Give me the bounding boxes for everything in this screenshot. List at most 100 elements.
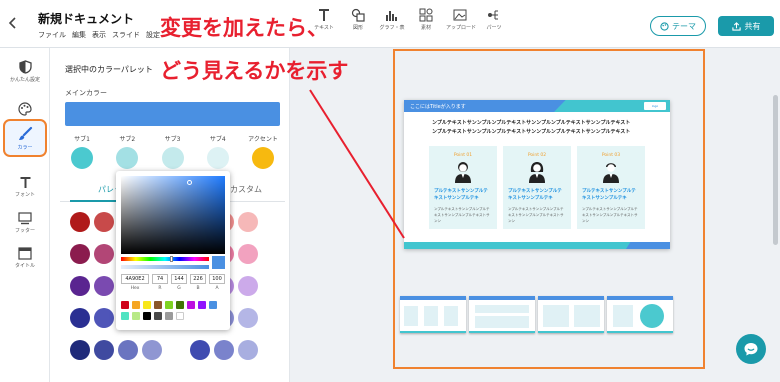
person-icon [603, 163, 619, 183]
hex-input[interactable]: 4A90E2 [121, 274, 149, 284]
palette-swatch[interactable] [94, 340, 114, 360]
preset-color-swatch[interactable] [121, 301, 129, 309]
preset-color-swatch[interactable] [165, 301, 173, 309]
palette-swatch[interactable] [238, 308, 258, 328]
palette-swatch[interactable] [238, 244, 258, 264]
thumb-block [475, 305, 529, 313]
palette-swatch[interactable] [142, 340, 162, 360]
alpha-input[interactable]: 100 [209, 274, 225, 284]
share-button[interactable]: 共有 [718, 16, 774, 36]
text-t-icon [20, 177, 30, 188]
thumb-header [538, 296, 604, 300]
tool-upload[interactable]: アップロード [446, 8, 476, 31]
main-color-swatch[interactable] [65, 102, 280, 126]
preset-color-swatch[interactable] [176, 312, 184, 320]
sidebar-item-palette[interactable] [3, 102, 47, 116]
preset-color-swatch[interactable] [132, 312, 140, 320]
palette-swatch[interactable] [238, 276, 258, 296]
sidebar-item-label: タイトル [14, 263, 35, 269]
sidebar-item-color[interactable]: カラー [3, 119, 47, 157]
upload-icon [453, 9, 467, 21]
sub-color-2[interactable]: サブ2 [105, 134, 149, 169]
menu-view[interactable]: 表示 [92, 30, 106, 40]
preset-color-swatch[interactable] [121, 312, 129, 320]
preset-color-swatch[interactable] [176, 301, 184, 309]
slide-thumbnail[interactable] [400, 296, 466, 333]
palette-swatch[interactable] [118, 340, 138, 360]
preset-color-swatch[interactable] [154, 312, 162, 320]
accent-color[interactable]: アクセント [241, 134, 285, 169]
sub-color-label: サブ3 [164, 136, 181, 143]
thumb-header [469, 296, 535, 300]
alpha-slider[interactable] [121, 265, 209, 269]
palette-swatch[interactable] [190, 340, 210, 360]
sub-color-4[interactable]: サブ4 [196, 134, 240, 169]
scrollbar-thumb[interactable] [773, 95, 778, 245]
person-icon [529, 162, 545, 183]
tool-materials[interactable]: 素材 [412, 8, 440, 31]
thumb-block [444, 306, 458, 326]
menu-edit[interactable]: 編集 [72, 30, 86, 40]
palette-swatch[interactable] [94, 212, 114, 232]
point-body: プルテキストサンンプルテキストサンンプルテキ [582, 189, 636, 201]
menu-slide[interactable]: スライド [112, 30, 140, 40]
preset-color-swatch[interactable] [165, 312, 173, 320]
document-title[interactable]: 新規ドキュメント [38, 10, 134, 27]
saturation-value-area[interactable] [121, 176, 225, 254]
palette-swatch[interactable] [94, 308, 114, 328]
palette-swatch[interactable] [94, 276, 114, 296]
palette-swatch[interactable] [70, 244, 90, 264]
slide-thumbnail[interactable] [538, 296, 604, 333]
blue-input[interactable]: 226 [190, 274, 206, 284]
preset-color-swatch[interactable] [187, 301, 195, 309]
saturation-handle[interactable] [187, 180, 192, 185]
slide-thumbnail[interactable] [607, 296, 673, 333]
palette-swatch[interactable] [238, 340, 258, 360]
sidebar-item-font[interactable]: フォント [3, 176, 47, 198]
sidebar-item-footer[interactable]: フッター [3, 212, 47, 234]
preset-color-swatch[interactable] [198, 301, 206, 309]
slide-footer-accent [626, 242, 670, 249]
green-input[interactable]: 144 [171, 274, 187, 284]
hue-slider[interactable] [121, 257, 209, 261]
sub-color-swatch [116, 147, 139, 169]
tool-shapes[interactable]: 図形 [344, 8, 372, 31]
palette-swatch[interactable] [70, 340, 90, 360]
palette-swatch[interactable] [94, 244, 114, 264]
tool-parts[interactable]: パーツ [480, 8, 508, 31]
preset-color-swatch[interactable] [154, 301, 162, 309]
sidebar-item-easy-settings[interactable]: かんたん設定 [3, 60, 47, 83]
sidebar-item-title[interactable]: タイトル [3, 247, 47, 269]
palette-swatch[interactable] [238, 212, 258, 232]
shield-icon [18, 60, 32, 74]
preset-color-swatch[interactable] [132, 301, 140, 309]
thumb-header [400, 296, 466, 300]
preset-color-swatch[interactable] [143, 312, 151, 320]
slide-preview[interactable]: ここにはTitleが入ります logo ンプルテキストサンンプルンプルテキストサ… [404, 100, 670, 249]
tab-custom[interactable]: カスタム [230, 184, 262, 195]
point-title: Point 02 [527, 153, 547, 158]
tool-chart-label: グラフ・表 [379, 25, 405, 31]
slide-header-text: ここにはTitleが入ります [410, 104, 466, 110]
chat-button[interactable] [736, 334, 766, 364]
palette-swatch[interactable] [214, 340, 234, 360]
palette-swatch[interactable] [70, 308, 90, 328]
preset-color-swatch[interactable] [143, 301, 151, 309]
slide-lead-line: ンプルテキストサンンプルンプルテキストサンンプルンプルテキストサンンプルテキスト [432, 129, 631, 135]
palette-swatch[interactable] [70, 276, 90, 296]
red-input[interactable]: 74 [152, 274, 168, 284]
tool-chart[interactable]: グラフ・表 [378, 8, 406, 31]
palette-swatch[interactable] [70, 212, 90, 232]
slide-thumbnail[interactable] [469, 296, 535, 333]
materials-icon [419, 8, 433, 22]
back-arrow-icon[interactable] [4, 14, 22, 32]
sub-color-3[interactable]: サブ3 [151, 134, 195, 169]
theme-button[interactable]: テーマ [650, 16, 706, 36]
preset-color-swatch[interactable] [209, 301, 217, 309]
hue-slider-handle[interactable] [170, 256, 173, 262]
menu-file[interactable]: ファイル [38, 30, 66, 40]
point-body: プルテキストサンンプルテキストサンンプルテキ [434, 189, 488, 201]
parts-icon [488, 10, 498, 20]
menu-settings[interactable]: 設定 [146, 30, 160, 40]
sub-color-1[interactable]: サブ1 [60, 134, 104, 169]
